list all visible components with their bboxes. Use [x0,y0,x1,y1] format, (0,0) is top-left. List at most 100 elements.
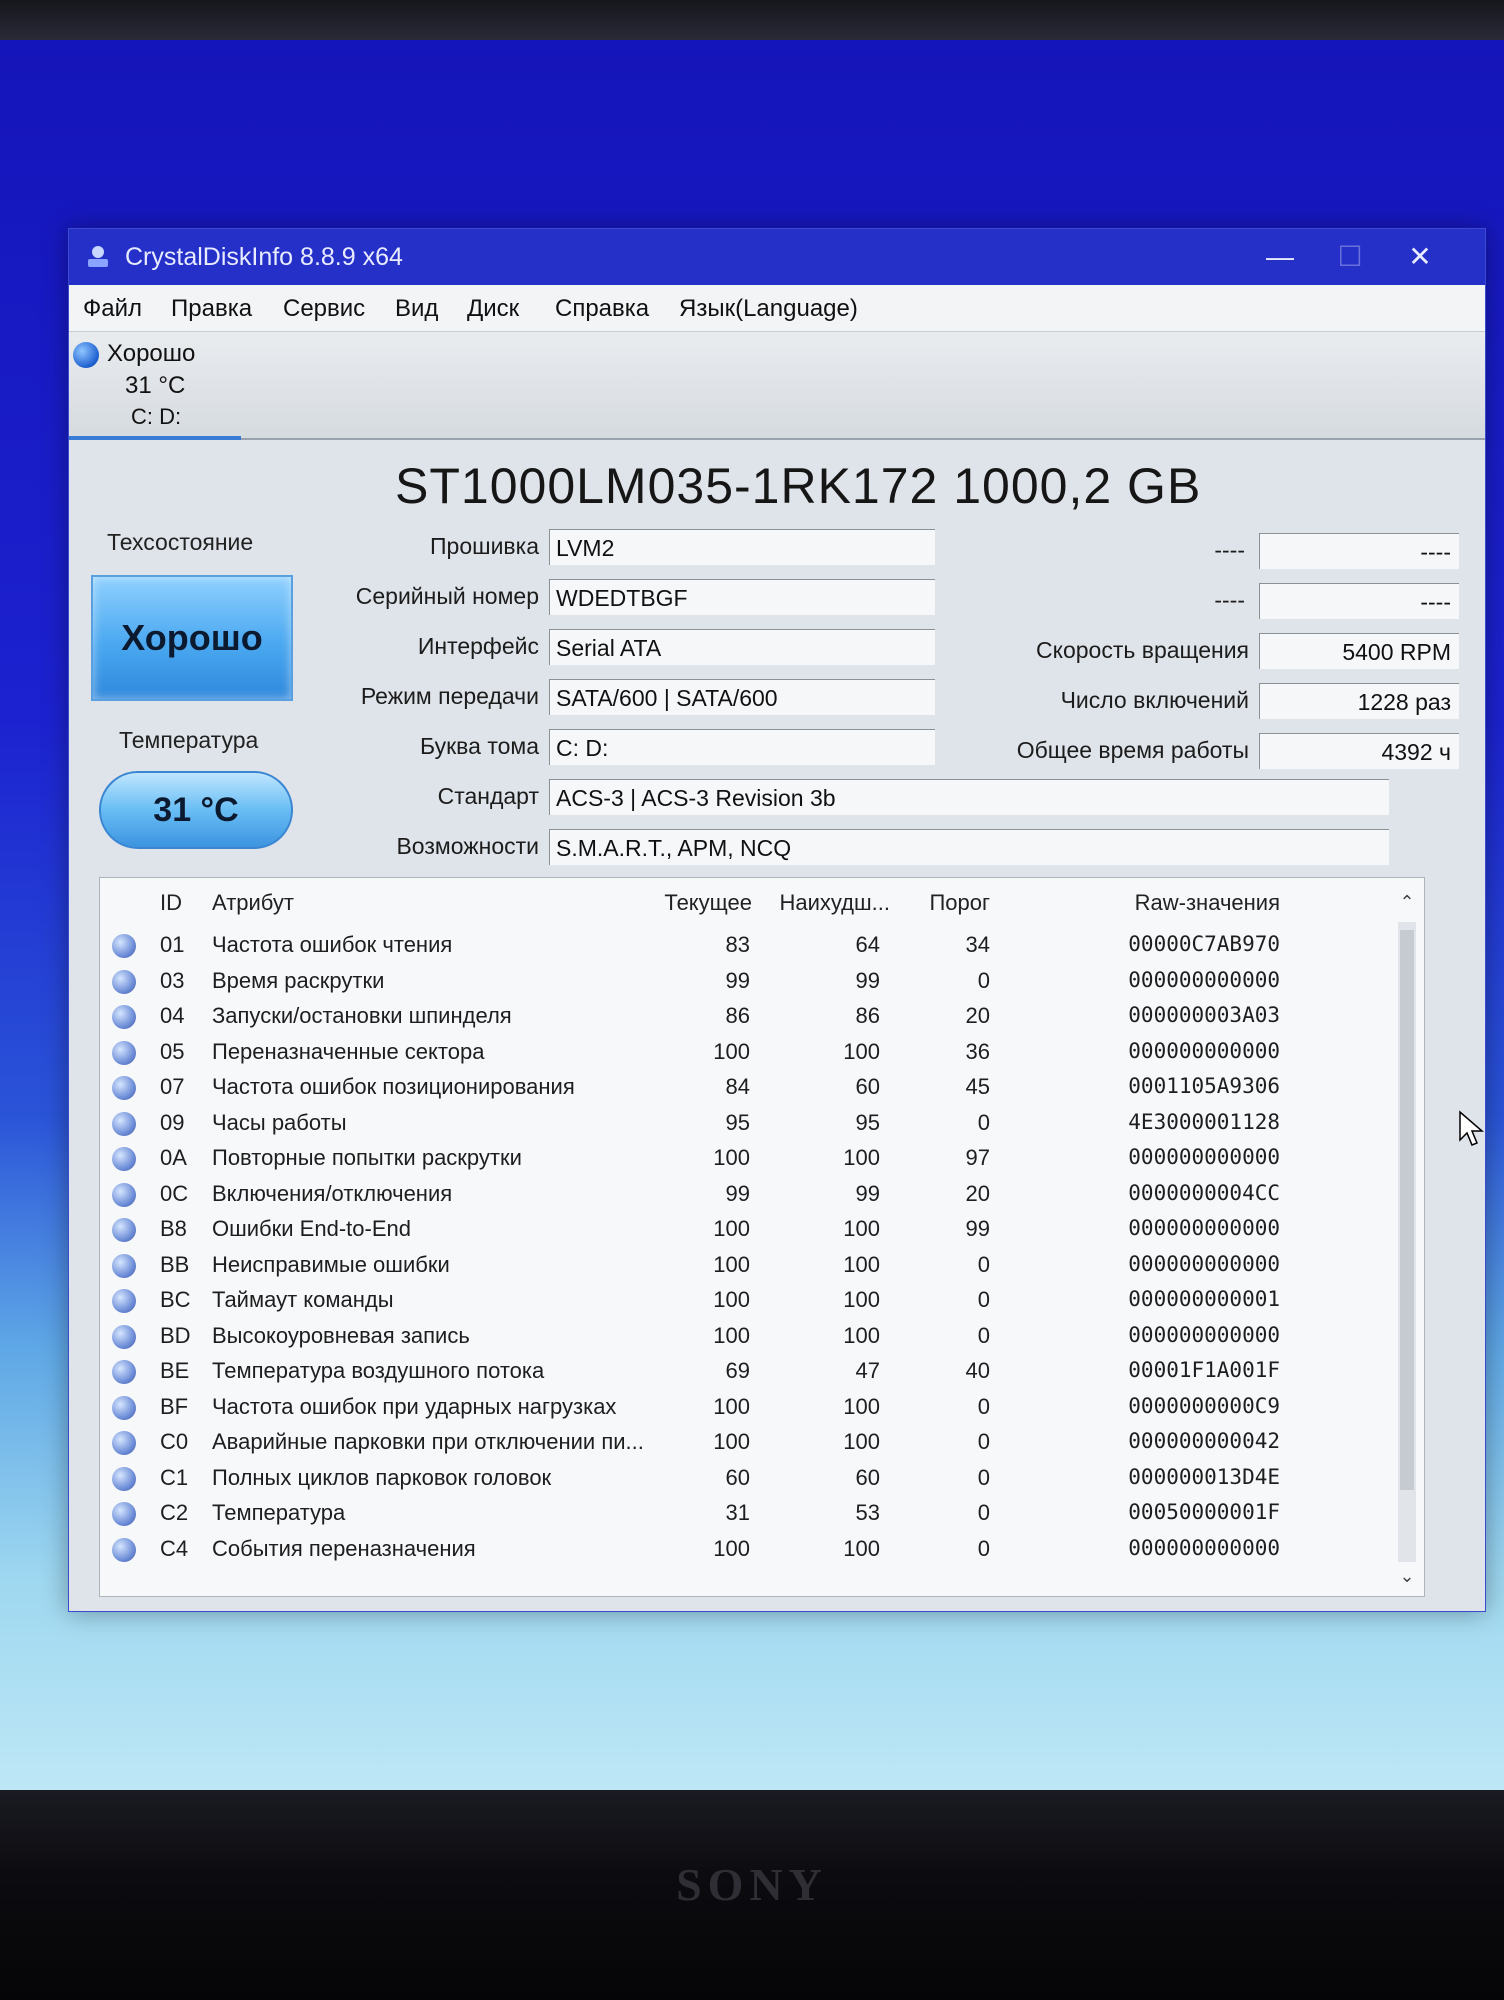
table-row[interactable]: C0 Аварийные парковки при отключении пи..… [100,1427,1390,1461]
threshold-cell: 20 [965,1003,990,1028]
disk-selector-bar: Хорошо 31 °C C: D: [69,332,1485,440]
worst-value-cell: 100 [843,1535,880,1561]
raw-value-cell: 4E3000001128 [1128,1109,1280,1134]
menu-service[interactable]: Сервис [283,295,365,323]
maximize-button[interactable]: ☐ [1315,235,1385,279]
menu-file[interactable]: Файл [83,295,142,323]
close-button[interactable]: ✕ [1385,235,1455,279]
scroll-down-arrow-icon[interactable]: ⌄ [1396,1566,1418,1588]
transfer-mode-label: Режим передачи [360,683,539,709]
column-attribute[interactable]: Атрибут [212,890,294,916]
temperature-label: Температура [119,727,259,753]
attribute-id-cell: 09 [160,1109,185,1135]
attribute-name-cell: События переназначения [212,1535,476,1561]
attribute-id-cell: 0C [160,1180,189,1206]
table-row[interactable]: 03 Время раскрутки 99 99 0 000000000000 [100,966,1390,1000]
menu-edit[interactable]: Правка [171,295,252,323]
table-row[interactable]: 09 Часы работы 95 95 0 4E3000001128 [100,1108,1390,1142]
attribute-id-cell: C0 [160,1429,189,1454]
temperature-indicator[interactable]: 31 °C [99,771,293,849]
table-row[interactable]: 04 Запуски/остановки шпинделя 86 86 20 000000… [100,1001,1390,1035]
table-row[interactable]: 0A Повторные попытки раскрутки 100 100 97 000… [100,1143,1390,1177]
title-bar[interactable]: CrystalDiskInfo 8.8.9 x64 — ☐ ✕ [69,229,1485,285]
table-row[interactable]: 07 Частота ошибок позиционирования 84 60 45 0… [100,1072,1390,1106]
table-scrollbar[interactable] [1398,922,1416,1562]
laptop-brand-logo: SONY [676,1859,828,1910]
table-row[interactable]: 01 Частота ошибок чтения 83 64 34 00000C7AB97… [100,930,1390,964]
table-row[interactable]: B8 Ошибки End-to-End 100 100 99 000000000000 [100,1214,1390,1248]
volume-label: Буква тома [420,733,539,759]
app-icon [88,246,108,267]
menu-language[interactable]: Язык(Language) [679,295,858,323]
attribute-id-cell: BD [160,1322,191,1348]
column-id[interactable]: ID [160,890,182,916]
attribute-name-cell: Повторные попытки раскрутки [212,1145,522,1170]
minimize-button[interactable]: — [1245,235,1315,279]
raw-value-cell: 0000000004CC [1128,1180,1280,1205]
threshold-cell: 0 [977,1500,990,1525]
column-current[interactable]: Текущее [662,890,752,916]
status-dot-icon [112,1431,136,1455]
scroll-up-arrow-icon[interactable]: ⌃ [1396,892,1418,914]
raw-value-cell: 00050000001F [1128,1500,1280,1524]
disk-tab-c[interactable]: Хорошо 31 °C C: D: [69,332,241,440]
worst-value-cell: 60 [855,1464,880,1490]
attribute-name-cell: Температура [212,1500,346,1525]
raw-value-cell: 000000003A03 [1128,1003,1280,1027]
current-value-cell: 99 [725,1180,750,1206]
menu-view[interactable]: Вид [395,295,438,323]
worst-value-cell: 100 [843,1287,880,1312]
menu-help[interactable]: Справка [555,295,649,323]
attribute-id-cell: BC [160,1287,191,1312]
power-hours-field: 4392 ч [1259,733,1459,769]
mouse-cursor-icon [1459,1110,1484,1146]
extra1-field: ---- [1259,533,1459,569]
table-row[interactable]: BD Высокоуровневая запись 100 100 0 000000000… [100,1321,1390,1355]
attribute-id-cell: BB [160,1251,190,1277]
attribute-name-cell: Частота ошибок при ударных нагрузках [212,1393,617,1419]
menu-bar: Файл Правка Сервис Вид Диск Справка Язык… [69,285,1485,332]
raw-value-cell: 000000013D4E [1128,1464,1280,1489]
attribute-name-cell: Включения/отключения [212,1180,453,1206]
status-dot-icon [112,1218,136,1242]
worst-value-cell: 95 [855,1109,880,1135]
scrollbar-thumb[interactable] [1400,930,1414,1490]
column-worst[interactable]: Наихудш... [770,890,890,916]
interface-label: Интерфейс [417,633,539,659]
serial-label: Серийный номер [355,583,539,609]
status-dot-icon [112,1111,136,1136]
features-label: Возможности [396,833,539,859]
table-row[interactable]: C4 События переназначения 100 100 0 000000000… [100,1534,1390,1568]
current-value-cell: 69 [725,1358,750,1383]
table-row[interactable]: BE Температура воздушного потока 69 47 40 000… [100,1356,1390,1390]
status-good-icon [73,342,99,368]
interface-field: Serial ATA [549,629,935,665]
rotation-field: 5400 RPM [1259,633,1459,669]
column-raw[interactable]: Raw-значения [1100,890,1280,916]
table-row[interactable]: BF Частота ошибок при ударных нагрузках 10… [100,1392,1390,1426]
raw-value-cell: 000000000001 [1128,1287,1280,1311]
smart-attributes-table[interactable]: ID Атрибут Текущее Наихудш... Порог Raw-… [99,877,1425,1597]
current-value-cell: 31 [725,1500,750,1525]
worst-value-cell: 100 [843,1251,880,1277]
raw-value-cell: 000000000042 [1128,1429,1280,1453]
attribute-id-cell: C1 [160,1464,189,1490]
raw-value-cell: 00000C7AB970 [1128,932,1280,956]
worst-value-cell: 64 [855,932,880,957]
health-status-button[interactable]: Хорошо [91,575,293,701]
table-row[interactable]: C2 Температура 31 53 0 00050000001F [100,1498,1390,1532]
attribute-name-cell: Часы работы [212,1109,347,1135]
current-value-cell: 100 [713,1216,750,1241]
current-value-cell: 100 [713,1287,750,1312]
table-row[interactable]: 0C Включения/отключения 99 99 20 0000000004CC [100,1179,1390,1213]
table-row[interactable]: C1 Полных циклов парковок головок 60 60 0 000… [100,1463,1390,1497]
column-threshold[interactable]: Порог [910,890,990,916]
screen-bezel-top [0,0,1504,40]
threshold-cell: 97 [965,1145,990,1170]
table-row[interactable]: 05 Переназначенные сектора 100 100 36 0000000… [100,1037,1390,1071]
table-row[interactable]: BC Таймаут команды 100 100 0 000000000001 [100,1285,1390,1319]
status-dot-icon [112,934,136,958]
table-row[interactable]: BB Неисправимые ошибки 100 100 0 000000000000 [100,1250,1390,1284]
menu-disk[interactable]: Диск [467,295,519,323]
current-value-cell: 100 [713,1535,750,1561]
